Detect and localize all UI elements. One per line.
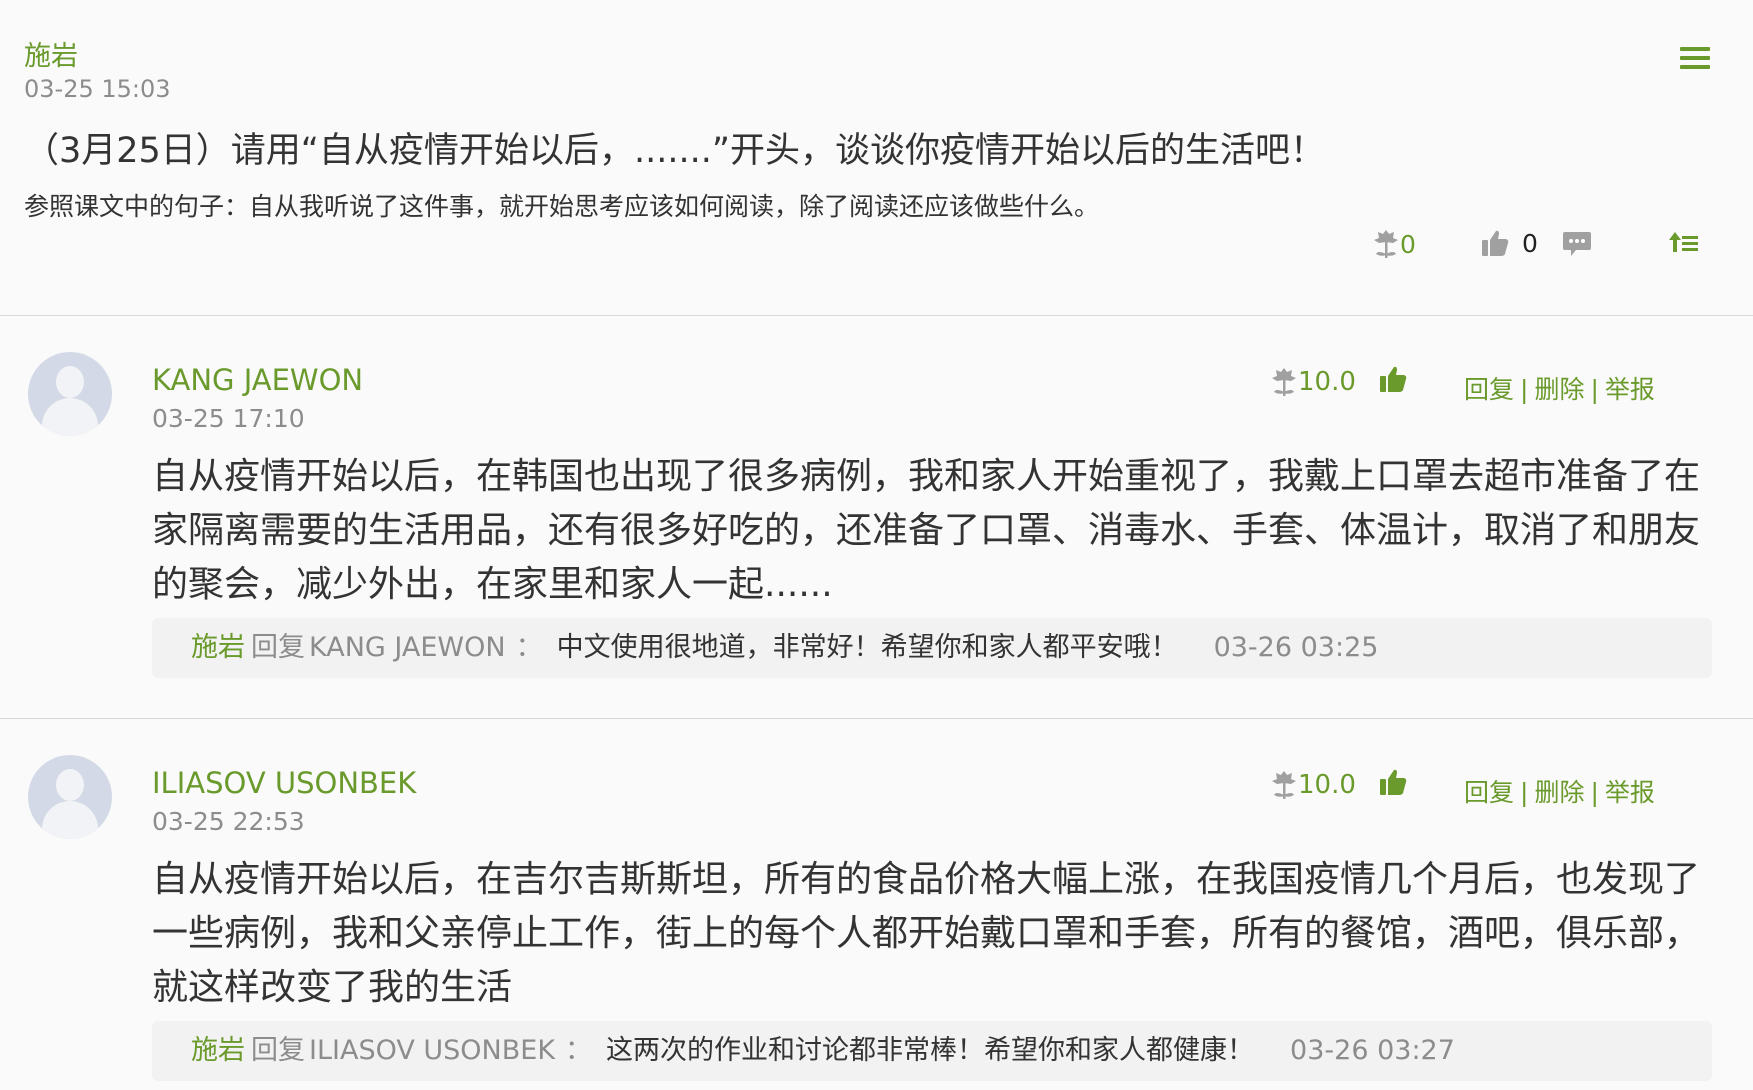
comment-score[interactable]: 10.0 (1270, 769, 1356, 801)
default-avatar-icon[interactable] (28, 755, 112, 839)
post-header: 施岩 03-25 15:03 （3月25日）请用“自从疫情开始以后，......… (0, 0, 1753, 316)
post-like-count: 0 (1522, 228, 1538, 258)
comment-date: 03-25 22:53 (152, 807, 305, 836)
comment-score-value: 10.0 (1298, 367, 1356, 397)
reply-verb: 回复 (251, 632, 305, 663)
post-date: 03-25 15:03 (24, 75, 171, 103)
delete-link[interactable]: 删除 (1534, 778, 1584, 807)
post-title: （3月25日）请用“自从疫情开始以后，.......”开头，谈谈你疫情开始以后的… (24, 131, 1325, 171)
comment-item: ILIASOV USONBEK 03-25 22:53 10.0 回复 | 删除 | 举… (0, 719, 1753, 1090)
reply-target: KANG JAEWON (309, 632, 506, 663)
post-comment-button[interactable] (1562, 228, 1592, 258)
reply-box: 施岩 回复 KANG JAEWON：中文使用很地道，非常好！希望你和家人都平安哦！ 0… (152, 618, 1712, 678)
comment-links: 回复 | 删除 | 举报 (1464, 375, 1655, 404)
reply-target: ILIASOV USONBEK (309, 1035, 556, 1066)
post-flower-button[interactable]: 0 (1372, 228, 1416, 260)
reply-text: 中文使用很地道，非常好！希望你和家人都平安哦！ (556, 632, 1178, 663)
pin-to-top-button[interactable] (1668, 228, 1700, 256)
report-link[interactable]: 举报 (1605, 778, 1655, 807)
post-author[interactable]: 施岩 (24, 34, 78, 73)
reply-author[interactable]: 施岩 (191, 1035, 245, 1066)
flower-icon (1272, 368, 1296, 396)
post-actions: 0 0 (0, 228, 1753, 268)
report-link[interactable]: 举报 (1605, 375, 1655, 404)
comment-text: 自从疫情开始以后，在韩国也出现了很多病例，我和家人开始重视了，我戴上口罩去超市准… (152, 456, 1701, 605)
reply-box: 施岩 回复 ILIASOV USONBEK：这两次的作业和讨论都非常棒！希望你和家人… (152, 1021, 1712, 1081)
comment-author[interactable]: ILIASOV USONBEK (152, 766, 416, 800)
flower-icon (1374, 230, 1398, 258)
reply-text: 这两次的作业和讨论都非常棒！希望你和家人都健康！ (606, 1035, 1255, 1066)
thumbs-up-icon (1380, 769, 1407, 795)
reply-date: 03-26 03:25 (1213, 632, 1379, 663)
thumbs-up-icon (1482, 230, 1509, 256)
reply-date: 03-26 03:27 (1290, 1035, 1455, 1066)
comment-text: 自从疫情开始以后，在吉尔吉斯斯坦，所有的食品价格大幅上涨，在我国疫情几个月后，也… (152, 859, 1701, 1008)
comment-date: 03-25 17:10 (152, 404, 305, 433)
reply-link[interactable]: 回复 (1464, 375, 1514, 404)
comment-author[interactable]: KANG JAEWON (152, 363, 363, 397)
flower-icon (1272, 771, 1296, 799)
post-like-button[interactable]: 0 (1480, 228, 1538, 258)
comment-like-button[interactable] (1378, 364, 1408, 398)
thumbs-up-icon (1380, 366, 1407, 392)
comment-links: 回复 | 删除 | 举报 (1464, 778, 1655, 807)
reply-author[interactable]: 施岩 (191, 632, 245, 663)
comment-bubble-icon (1563, 232, 1591, 256)
reply-link[interactable]: 回复 (1464, 778, 1514, 807)
comment-like-button[interactable] (1378, 767, 1408, 801)
reply-verb: 回复 (251, 1035, 305, 1066)
delete-link[interactable]: 删除 (1534, 375, 1584, 404)
hamburger-menu-icon[interactable] (1680, 47, 1710, 73)
comment-score[interactable]: 10.0 (1270, 366, 1356, 398)
pin-to-top-icon (1669, 232, 1698, 252)
post-description: 参照课文中的句子：自从我听说了这件事，就开始思考应该如何阅读，除了阅读还应该做些… (24, 192, 1100, 221)
default-avatar-icon[interactable] (28, 352, 112, 436)
comment-item: KANG JAEWON 03-25 17:10 10.0 回复 | 删除 | 举报 自从… (0, 316, 1753, 719)
comment-score-value: 10.0 (1298, 770, 1356, 800)
post-flower-count: 0 (1400, 229, 1416, 259)
